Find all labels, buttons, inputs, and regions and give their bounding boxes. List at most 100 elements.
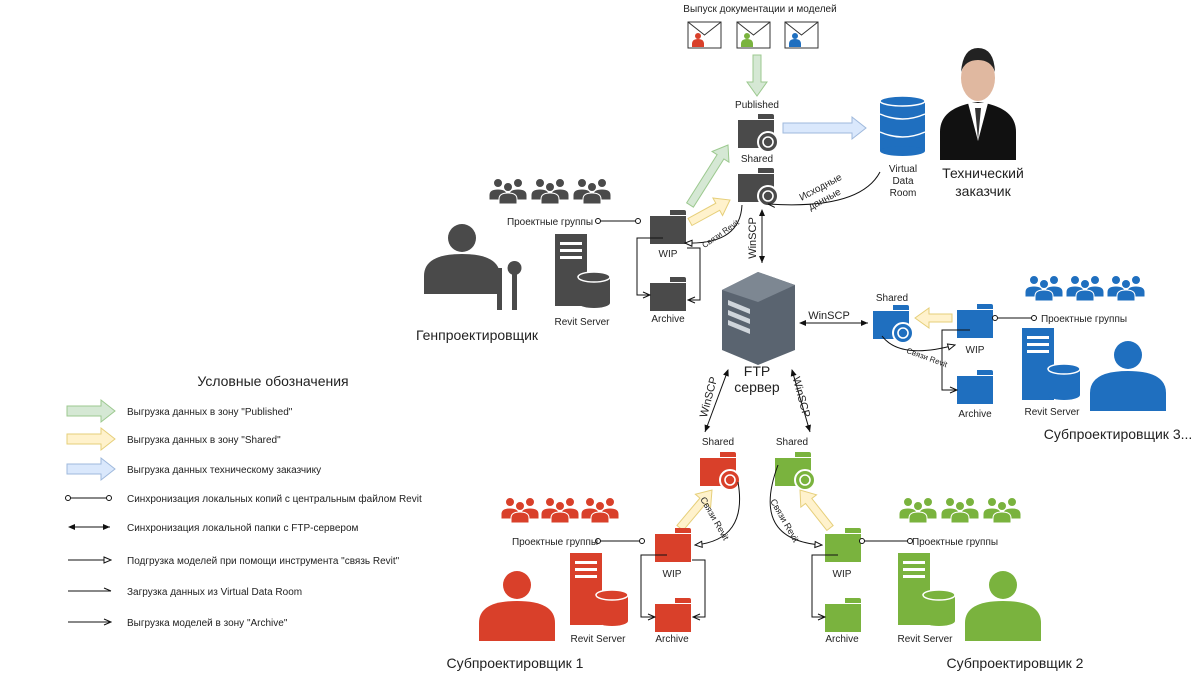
vdr-label-3: Room (890, 188, 917, 199)
envelope-user-body (692, 39, 704, 47)
folder-body (825, 604, 861, 632)
sub2-server-label: Revit Server (897, 634, 953, 645)
envelope-user-head (695, 33, 701, 39)
member-head (555, 178, 565, 188)
sync-icon (757, 185, 779, 207)
sub2-wip-folder-icon (825, 528, 861, 562)
winscp-label-top: WinSCP (747, 217, 759, 259)
sub2-team-icon (898, 497, 938, 524)
member-body (540, 192, 560, 205)
person-head (1114, 341, 1142, 369)
server-slot (575, 575, 597, 578)
client-label-1: Технический (942, 165, 1024, 181)
legend-item: Выгрузка данных в зону "Shared" (127, 435, 281, 446)
member-body (1034, 289, 1054, 302)
member-head (587, 182, 597, 192)
member-head (1090, 275, 1100, 285)
sub1-name: Субпроектировщик 1 (447, 655, 584, 671)
sub3-archive-folder-icon (957, 370, 993, 404)
cylinder-top (879, 95, 926, 107)
cylinder-bottom (596, 616, 628, 626)
folder-body (650, 283, 686, 311)
member-head (1080, 279, 1090, 289)
folder-tab (977, 370, 993, 375)
sub2-shared-arrow (799, 489, 834, 532)
sub1-team-icon (580, 497, 620, 524)
sub3-shared-label: Shared (876, 293, 908, 304)
winscp-label-right-bottom: WinSCP (790, 376, 812, 419)
sub3-shared-folder-icon (873, 305, 914, 344)
folder-tab (845, 598, 861, 603)
wrench-head (507, 261, 522, 275)
member-body (590, 511, 610, 524)
sub3-wip-folder-icon (957, 304, 993, 338)
cylinder-top (922, 589, 956, 601)
legend-title: Условные обозначения (197, 373, 348, 389)
member-head (545, 182, 555, 192)
person-body (1090, 371, 1166, 411)
member-head (997, 501, 1007, 511)
sub1-archive-folder-icon (655, 598, 691, 632)
legend-label: Выгрузка данных техническому заказчику (127, 465, 321, 476)
legend-label: Выгрузка моделей в зону "Archive" (127, 618, 288, 629)
sub2-wip-label: WIP (833, 569, 852, 580)
member-head (965, 497, 975, 507)
cylinder-bottom (923, 616, 955, 626)
member-head (1070, 275, 1080, 285)
sub3-team-icon (1024, 275, 1064, 302)
gen-links-label: Связи Revit (700, 218, 741, 250)
member-body (510, 511, 530, 524)
vdr-label-2: Data (892, 176, 914, 187)
envelope-red-icon (687, 21, 722, 49)
gen-team-icon (488, 178, 528, 205)
cylinder-top (1047, 363, 1081, 375)
member-head (493, 178, 503, 188)
sub2-shared-label: Shared (776, 437, 808, 448)
folder-tab (795, 452, 811, 457)
sub2-groups-label: Проектные группы (912, 537, 998, 548)
sync-icon (757, 131, 779, 153)
envelope-user-body (741, 39, 753, 47)
gen-bracket-right (687, 247, 701, 300)
folder-body (655, 534, 691, 562)
cylinder-bottom (1048, 390, 1080, 400)
member-head (535, 178, 545, 188)
vdr-label-1: Virtual (889, 164, 917, 175)
member-body (498, 192, 518, 205)
envelope-green-icon (736, 21, 771, 49)
legend-green-arrow-icon (66, 398, 116, 424)
server-slot (575, 568, 597, 571)
ftp-server-icon (722, 272, 795, 365)
client-label-2: заказчик (955, 183, 1011, 199)
folder-tab (670, 210, 686, 215)
tools-icon (497, 261, 522, 310)
sub3-groups-label: Проектные группы (1041, 314, 1127, 325)
gen-wip-label: WIP (659, 249, 678, 260)
sub2-team-icon (940, 497, 980, 524)
sub3-name: Субпроектировщик 3... (1044, 426, 1193, 442)
member-body (1075, 289, 1095, 302)
sub2-team-icon (982, 497, 1022, 524)
folder-tab (845, 528, 861, 533)
legend-label: Синхронизация локальных копий с централь… (127, 493, 422, 505)
legend-label: Выгрузка данных в зону "Published" (127, 407, 293, 418)
member-head (595, 501, 605, 511)
sub1-wip-folder-icon (655, 528, 691, 562)
sync-icon (892, 322, 914, 344)
sub2-links-label: Связи Revit (768, 497, 801, 544)
person-head (503, 571, 531, 599)
sync-icon (719, 469, 741, 491)
sub3-person-icon (1090, 341, 1166, 411)
server-slot (560, 249, 582, 252)
person-head (989, 571, 1017, 599)
sub3-links-label: Связи Revit (905, 346, 949, 369)
member-body (992, 511, 1012, 524)
sub1-wip-label: WIP (663, 569, 682, 580)
cylinder-bottom (880, 146, 925, 156)
server-slot (1027, 343, 1049, 346)
envelope-blue-icon (784, 21, 819, 49)
gen-name: Генпроектировщик (416, 327, 539, 343)
sub2-archive-folder-icon (825, 598, 861, 632)
legend-label: Подгрузка моделей при помощи инструмента… (127, 556, 400, 567)
folder-tab (977, 304, 993, 309)
